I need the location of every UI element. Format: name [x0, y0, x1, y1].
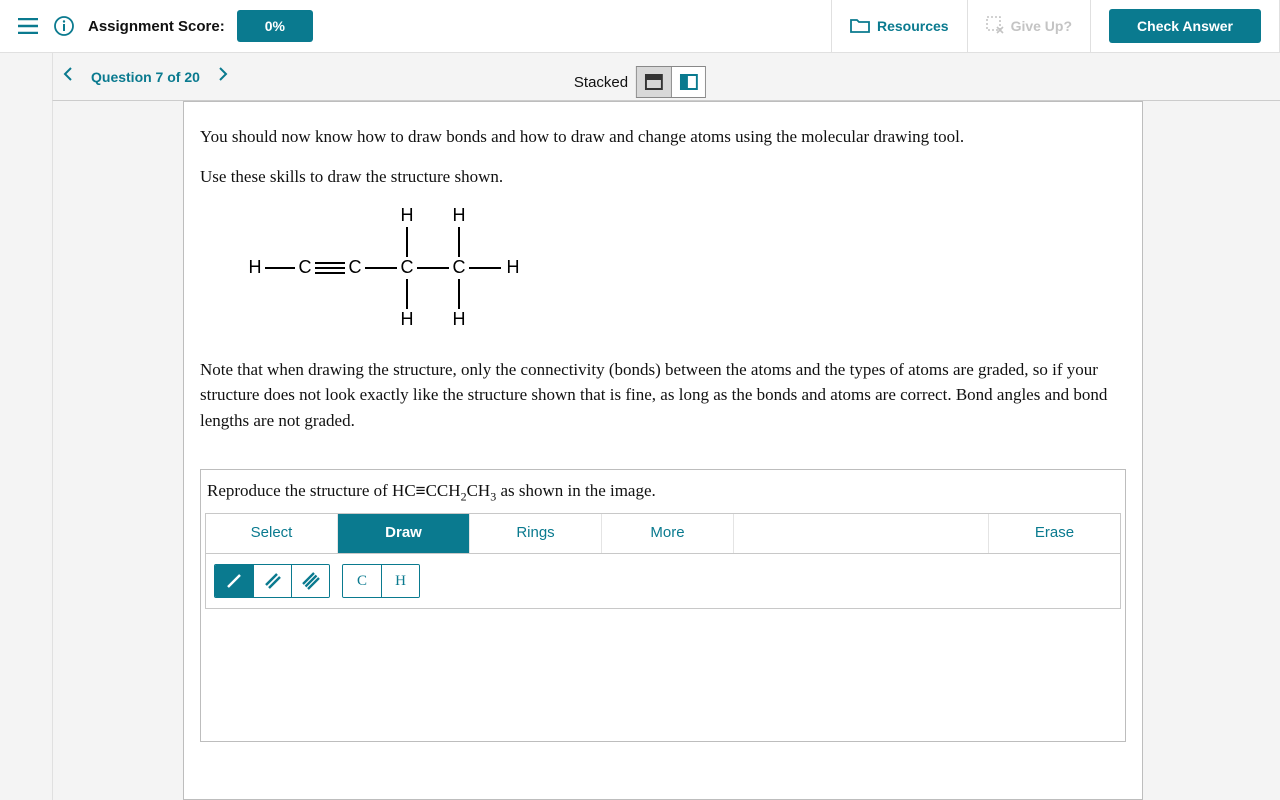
question-counter: Question 7 of 20 — [91, 69, 200, 85]
tab-select[interactable]: Select — [206, 514, 338, 553]
prompt-segment: as shown in the image. — [496, 481, 656, 500]
give-up-button: Give Up? — [967, 0, 1090, 52]
svg-text:H: H — [401, 205, 414, 225]
triple-bond-button[interactable] — [291, 565, 329, 597]
question-text-3: Note that when drawing the structure, on… — [200, 357, 1126, 434]
layout-stacked-button[interactable] — [637, 67, 671, 97]
single-bond-button[interactable] — [215, 565, 253, 597]
svg-text:H: H — [249, 257, 262, 277]
stacked-label: Stacked — [574, 74, 628, 91]
topbar: Assignment Score: 0% Resources Give Up? … — [0, 0, 1280, 53]
layout-controls: Stacked — [574, 66, 706, 98]
prev-question-icon[interactable] — [63, 67, 73, 86]
svg-text:C: C — [401, 257, 414, 277]
svg-text:H: H — [401, 309, 414, 329]
atom-h-button[interactable]: H — [381, 565, 419, 597]
folder-icon — [850, 17, 870, 36]
question-nav: Question 7 of 20 — [53, 67, 228, 86]
layout-toggle — [636, 66, 706, 98]
atom-type-group: C H — [342, 564, 420, 598]
layout-side-button[interactable] — [671, 67, 705, 97]
svg-text:H: H — [453, 309, 466, 329]
tab-more[interactable]: More — [602, 514, 734, 553]
resources-label: Resources — [877, 18, 949, 34]
atom-c-button[interactable]: C — [343, 565, 381, 597]
topbar-right: Resources Give Up? Check Answer — [831, 0, 1280, 52]
menu-icon[interactable] — [10, 8, 46, 44]
tab-rings[interactable]: Rings — [470, 514, 602, 553]
svg-text:C: C — [299, 257, 312, 277]
tab-draw[interactable]: Draw — [338, 514, 470, 553]
info-icon[interactable] — [46, 8, 82, 44]
svg-text:C: C — [453, 257, 466, 277]
topbar-left: Assignment Score: 0% — [0, 0, 831, 52]
giveup-label: Give Up? — [1011, 18, 1072, 34]
prompt-segment: Reproduce the structure of HC — [207, 481, 416, 500]
svg-text:H: H — [507, 257, 520, 277]
resources-button[interactable]: Resources — [831, 0, 967, 52]
score-label: Assignment Score: — [88, 18, 225, 35]
giveup-icon — [986, 16, 1004, 37]
svg-text:C: C — [349, 257, 362, 277]
double-bond-button[interactable] — [253, 565, 291, 597]
question-card: You should now know how to draw bonds an… — [183, 101, 1143, 800]
check-answer-wrap: Check Answer — [1090, 0, 1280, 52]
molecule-figure: H C C C C H H — [240, 203, 1126, 341]
drawing-tool-panel: Reproduce the structure of HC≡CCH2CH3 as… — [200, 469, 1126, 742]
drawing-prompt: Reproduce the structure of HC≡CCH2CH3 as… — [203, 472, 1123, 509]
tab-erase[interactable]: Erase — [988, 514, 1120, 553]
question-text-1: You should now know how to draw bonds an… — [200, 124, 1126, 150]
page-body: You should now know how to draw bonds an… — [52, 101, 1280, 800]
svg-text:H: H — [453, 205, 466, 225]
bond-tools: C H — [205, 554, 1121, 609]
next-question-icon[interactable] — [218, 67, 228, 86]
check-answer-button[interactable]: Check Answer — [1109, 9, 1261, 43]
bond-type-group — [214, 564, 330, 598]
prompt-segment: CH — [467, 481, 491, 500]
drawing-canvas[interactable] — [203, 609, 1123, 739]
prompt-segment: CCH — [426, 481, 461, 500]
question-text-2: Use these skills to draw the structure s… — [200, 164, 1126, 190]
score-badge: 0% — [237, 10, 313, 42]
tool-tabs: Select Draw Rings More Erase — [205, 513, 1121, 554]
